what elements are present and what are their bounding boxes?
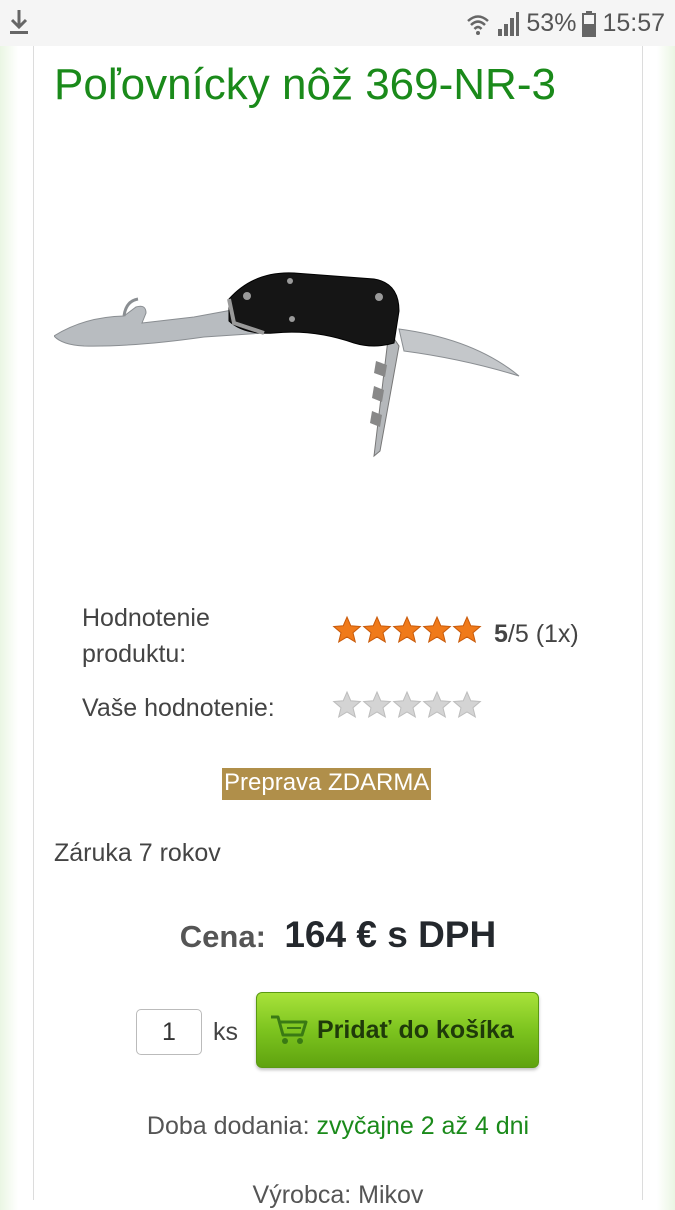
- delivery-value: zvyčajne 2 až 4 dni: [316, 1112, 530, 1140]
- status-bar: 53% 15:57: [0, 0, 675, 46]
- rating-count: /5 (1x): [507, 620, 579, 648]
- product-card: Poľovnícky nôž 369-NR-3 Hodnotenie produ…: [33, 46, 643, 1209]
- product-rating-stars: [332, 615, 482, 645]
- star-icon: [422, 615, 452, 644]
- product-title: Poľovnícky nôž 369-NR-3: [54, 60, 556, 109]
- star-icon: [362, 615, 392, 644]
- warranty-text: Záruka 7 rokov: [54, 839, 221, 867]
- user-star-icon[interactable]: [362, 690, 392, 720]
- rating-score: 5: [494, 620, 508, 648]
- star-icon: [452, 615, 482, 644]
- price-label: Cena:: [179, 919, 266, 954]
- manufacturer: Výrobca: Mikov: [252, 1181, 424, 1209]
- user-star-icon[interactable]: [422, 690, 452, 720]
- star-icon: [332, 615, 362, 644]
- user-star-icon[interactable]: [392, 690, 422, 720]
- download-icon: [10, 10, 28, 34]
- star-icon: [392, 615, 422, 644]
- battery-percent: 53%: [526, 9, 577, 37]
- price-value: 164 € s DPH: [284, 914, 497, 955]
- price-row: Cena: 164 € s DPH: [34, 914, 642, 956]
- product-image[interactable]: [54, 251, 534, 471]
- add-to-cart-label: Pridať do košíka: [317, 1015, 514, 1044]
- your-rating-label: Vaše hodnotenie:: [82, 694, 275, 722]
- cart-icon: [271, 1015, 308, 1044]
- user-star-icon[interactable]: [332, 690, 362, 720]
- rating-summary: 5/5 (1x): [494, 620, 579, 649]
- add-to-cart-button[interactable]: Pridať do košíka: [256, 992, 539, 1068]
- rating-label: Hodnotenie produktu:: [82, 604, 210, 668]
- wifi-icon: [467, 14, 490, 35]
- delivery-label: Doba dodania:: [146, 1112, 310, 1140]
- battery-icon: [582, 10, 597, 37]
- delivery-info: Doba dodania: zvyčajne 2 až 4 dni: [34, 1112, 642, 1141]
- shipping-badge: Preprava ZDARMA: [222, 768, 432, 800]
- signal-icon: [498, 11, 520, 36]
- user-rating-stars[interactable]: [332, 690, 482, 720]
- quantity-input[interactable]: [136, 1009, 202, 1055]
- clock: 15:57: [602, 9, 665, 37]
- quantity-unit: ks: [213, 1018, 238, 1046]
- user-star-icon[interactable]: [452, 690, 482, 720]
